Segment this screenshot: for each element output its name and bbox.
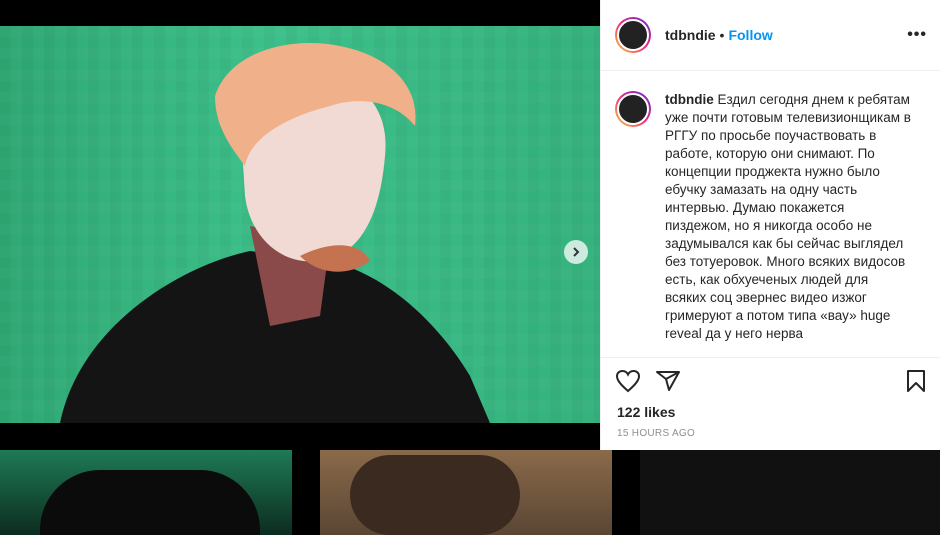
comments-section[interactable]: tdbndie Ездил сегодня днем к ребятам уже…	[601, 71, 940, 358]
paper-plane-icon[interactable]	[655, 369, 681, 393]
post-timestamp[interactable]: 15 HOURS AGO	[601, 428, 940, 439]
caption-username[interactable]: tdbndie	[665, 92, 714, 107]
grid-thumbnail[interactable]	[640, 450, 940, 535]
follow-button[interactable]: Follow	[728, 27, 772, 43]
separator-dot: •	[719, 27, 725, 43]
heart-icon[interactable]	[615, 369, 641, 393]
caption-text: tdbndie Ездил сегодня днем к ребятам уже…	[665, 91, 913, 357]
top-black-bar	[0, 0, 600, 26]
thumbnail-shape	[40, 470, 260, 535]
caption-avatar[interactable]	[615, 91, 651, 127]
post-header: tdbndie • Follow •••	[601, 0, 940, 71]
likes-count[interactable]: 122 likes	[601, 404, 940, 420]
avatar[interactable]	[615, 17, 651, 53]
post-photo[interactable]	[0, 26, 600, 423]
username-link[interactable]: tdbndie	[665, 27, 716, 43]
chevron-right-icon	[573, 247, 580, 257]
grid-thumbnail[interactable]	[320, 450, 612, 535]
bookmark-icon[interactable]	[905, 369, 927, 393]
more-options-icon[interactable]: •••	[907, 26, 927, 44]
post-side-panel: tdbndie • Follow ••• tdbndie Ездил сегод…	[600, 0, 940, 450]
caption-body: Ездил сегодня днем к ребятам уже почти г…	[665, 92, 911, 341]
bottom-black-bar	[0, 423, 600, 450]
thumbnail-shape	[350, 455, 520, 535]
post-actions	[601, 358, 940, 404]
grid-thumbnail[interactable]	[0, 450, 292, 535]
profile-grid	[0, 450, 940, 535]
caption-avatar-image	[617, 93, 649, 125]
avatar-image	[617, 19, 649, 51]
carousel-next-button[interactable]	[564, 240, 588, 264]
person-illustration	[60, 43, 490, 423]
